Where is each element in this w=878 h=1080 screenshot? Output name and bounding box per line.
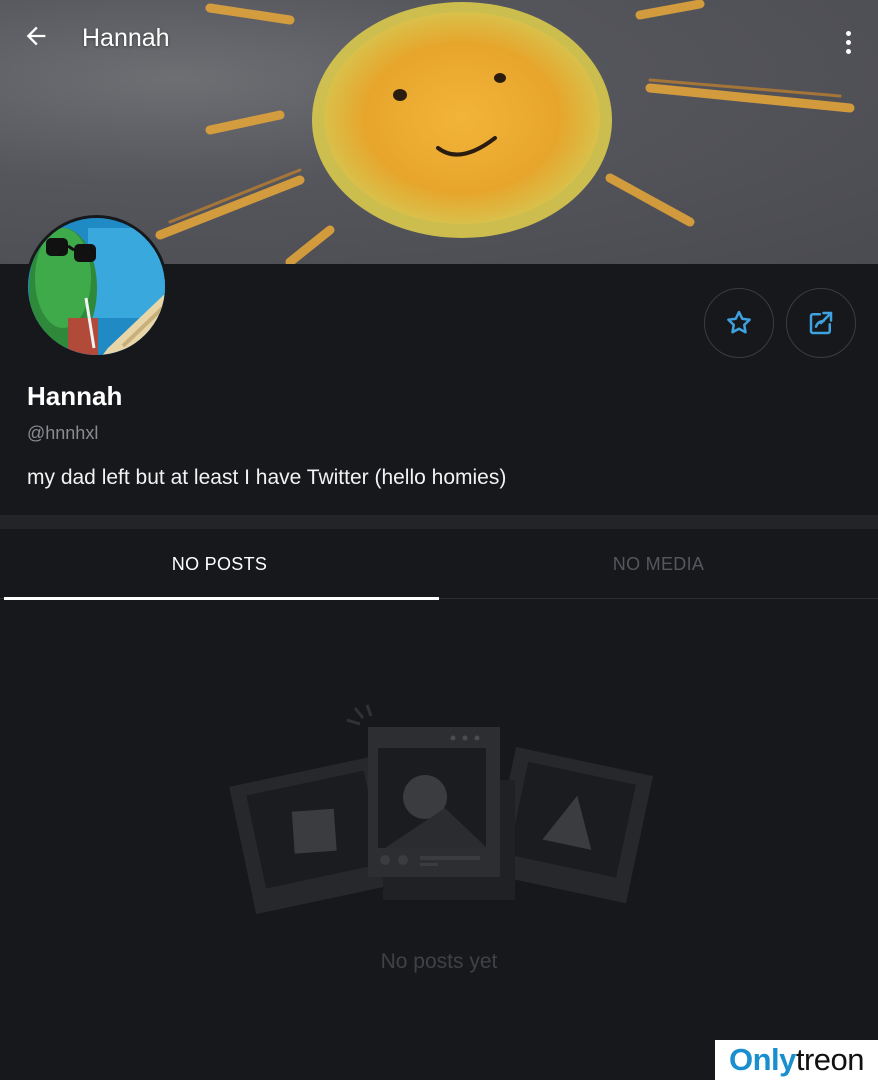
favorite-button[interactable]: [704, 288, 774, 358]
content-tabs: NO POSTS NO MEDIA: [0, 529, 878, 600]
share-icon: [809, 311, 833, 335]
watermark-part2: treon: [795, 1042, 865, 1077]
empty-posts-illustration: [229, 704, 654, 915]
empty-state-message: No posts yet: [380, 950, 498, 973]
profile-bio: my dad left but at least I have Twitter …: [27, 466, 507, 489]
profile-handle: @hnnhxl: [27, 423, 99, 443]
watermark-part1: Only: [728, 1042, 796, 1077]
watermark-logo: Only treon: [715, 1040, 878, 1080]
star-icon: [727, 310, 751, 334]
avatar-image: [28, 218, 165, 355]
top-app-bar: Hannah: [0, 0, 878, 80]
more-vertical-icon: [845, 30, 851, 36]
page-title: Hannah: [82, 24, 170, 52]
back-button[interactable]: [22, 22, 62, 62]
avatar[interactable]: [25, 215, 168, 358]
tab-media[interactable]: NO MEDIA: [439, 529, 878, 599]
profile-page: Hannah Hannah @hnnhxl my dad left but at…: [0, 0, 878, 1080]
tab-posts[interactable]: NO POSTS: [0, 529, 439, 600]
more-options-button[interactable]: [836, 22, 860, 62]
share-button[interactable]: [786, 288, 856, 358]
arrow-left-icon: [26, 26, 46, 46]
profile-name: Hannah: [27, 381, 123, 411]
section-divider: [0, 515, 878, 529]
